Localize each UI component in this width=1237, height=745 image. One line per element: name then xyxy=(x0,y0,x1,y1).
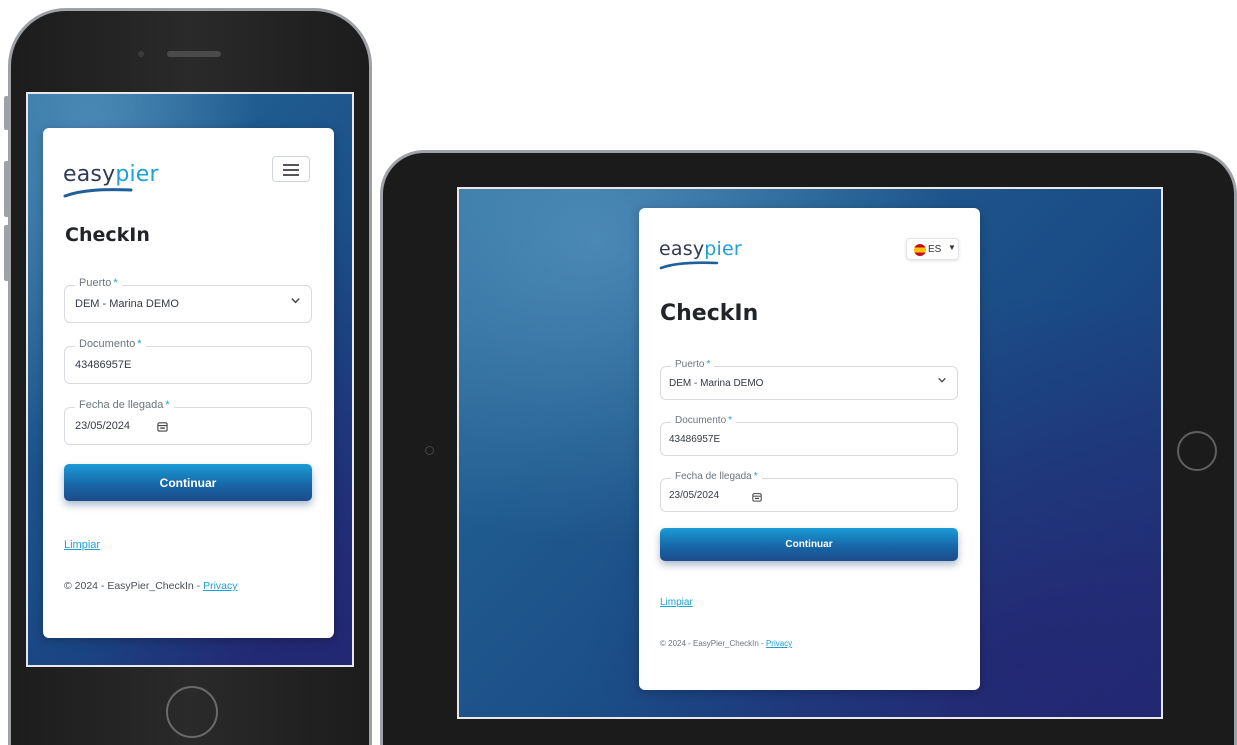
fecha-label: Fecha de llegada xyxy=(675,471,752,482)
page-title: CheckIn xyxy=(660,301,759,326)
puerto-label: Puerto xyxy=(675,359,705,370)
spain-flag-icon xyxy=(914,244,926,256)
phone-volume-up-button xyxy=(4,161,9,217)
phone-camera xyxy=(138,51,144,57)
fecha-value: 23/05/2024 xyxy=(669,490,720,501)
required-mark: * xyxy=(137,338,142,350)
footer: © 2024 - EasyPier_CheckIn - Privacy xyxy=(660,639,792,648)
puerto-select[interactable]: Puerto * DEM - Marina DEMO xyxy=(660,359,958,400)
footer-text: © 2024 - EasyPier_CheckIn - xyxy=(64,580,204,592)
checkin-card: easypier ES ▼ CheckIn Puerto * DEM - Mari… xyxy=(639,208,980,690)
calendar-icon[interactable] xyxy=(157,419,168,437)
documento-value: 43486957E xyxy=(75,359,132,371)
phone-device-frame: easypier CheckIn Puerto * DEM - Marina DE… xyxy=(4,8,372,745)
phone-volume-down-button xyxy=(4,225,9,281)
chevron-down-icon xyxy=(937,375,947,388)
continuar-button[interactable]: Continuar xyxy=(660,528,958,561)
documento-label: Documento xyxy=(79,338,136,350)
logo-text-pier: pier xyxy=(704,238,742,260)
documento-field[interactable]: Documento * 43486957E xyxy=(64,338,312,384)
documento-label: Documento xyxy=(675,415,727,426)
continuar-button[interactable]: Continuar xyxy=(64,464,312,501)
footer-text: © 2024 - EasyPier_CheckIn - xyxy=(660,639,766,648)
phone-home-button xyxy=(166,686,218,738)
required-mark: * xyxy=(165,399,170,411)
phone-speaker xyxy=(167,51,221,57)
limpiar-link[interactable]: Limpiar xyxy=(660,597,693,608)
logo-text-easy: easy xyxy=(659,238,705,260)
phone-screen: easypier CheckIn Puerto * DEM - Marina DE… xyxy=(26,92,354,667)
required-mark: * xyxy=(753,471,758,482)
documento-field[interactable]: Documento * 43486957E xyxy=(660,415,958,456)
logo-text-pier: pier xyxy=(115,162,159,187)
puerto-select[interactable]: Puerto * DEM - Marina DEMO xyxy=(64,277,312,323)
limpiar-link[interactable]: Limpiar xyxy=(64,539,100,551)
tablet-camera xyxy=(425,446,434,455)
puerto-value: DEM - Marina DEMO xyxy=(669,378,764,389)
tablet-device-frame: easypier ES ▼ CheckIn Puerto * DEM - Mari… xyxy=(380,150,1237,745)
phone-mute-switch xyxy=(4,96,9,130)
privacy-link[interactable]: Privacy xyxy=(203,580,237,592)
calendar-icon[interactable] xyxy=(752,489,762,507)
menu-toggle-button[interactable] xyxy=(272,156,310,182)
tablet-screen: easypier ES ▼ CheckIn Puerto * DEM - Mari… xyxy=(457,187,1163,719)
logo-text-easy: easy xyxy=(63,162,116,187)
logo-wave-icon xyxy=(63,188,133,198)
required-mark: * xyxy=(706,359,711,370)
fecha-value: 23/05/2024 xyxy=(75,420,131,432)
logo-wave-icon xyxy=(659,261,719,270)
caret-down-icon: ▼ xyxy=(948,243,956,252)
fecha-llegada-field[interactable]: Fecha de llegada * 23/05/2024 xyxy=(660,471,958,512)
chevron-down-icon xyxy=(290,294,301,309)
required-mark: * xyxy=(113,277,118,289)
fecha-label: Fecha de llegada xyxy=(79,399,164,411)
privacy-link[interactable]: Privacy xyxy=(766,639,792,648)
page-title: CheckIn xyxy=(65,224,150,246)
language-code: ES xyxy=(928,244,942,255)
easypier-logo[interactable]: easypier xyxy=(659,238,742,271)
checkin-card: easypier CheckIn Puerto * DEM - Marina DE… xyxy=(43,128,334,638)
language-selector[interactable]: ES ▼ xyxy=(906,238,959,260)
puerto-label: Puerto xyxy=(79,277,112,289)
documento-value: 43486957E xyxy=(669,434,721,445)
footer: © 2024 - EasyPier_CheckIn - Privacy xyxy=(64,580,238,592)
puerto-value: DEM - Marina DEMO xyxy=(75,298,179,310)
hamburger-icon xyxy=(283,164,299,166)
easypier-logo[interactable]: easypier xyxy=(63,162,159,199)
fecha-llegada-field[interactable]: Fecha de llegada * 23/05/2024 xyxy=(64,399,312,445)
required-mark: * xyxy=(728,415,733,426)
tablet-home-button xyxy=(1177,431,1217,471)
